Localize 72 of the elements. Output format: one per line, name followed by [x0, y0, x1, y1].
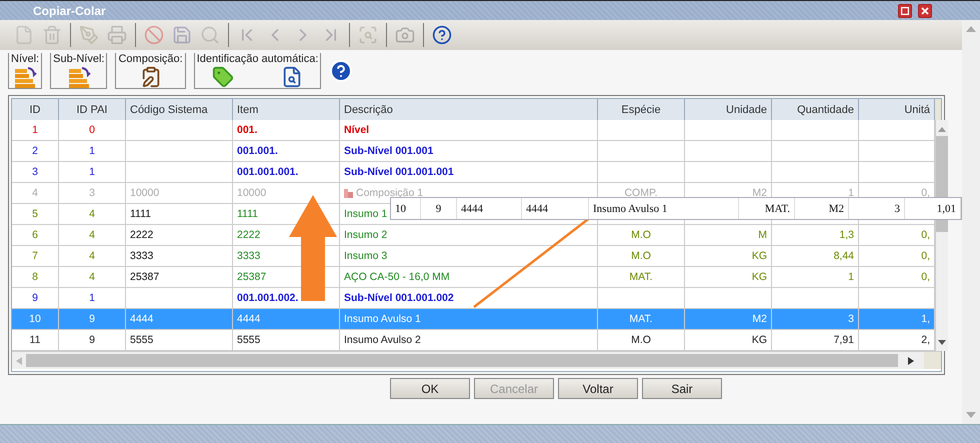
id-cell: 6 [12, 225, 59, 245]
unit-cell: KG [685, 246, 772, 266]
group-label: Identificação automática: [194, 53, 320, 65]
item-cell: 001.001. [233, 141, 340, 161]
id-cell: 5 [12, 204, 59, 224]
quantity-cell: 3 [772, 309, 859, 329]
item-cell: 001. [233, 120, 340, 140]
code-cell: 4444 [126, 309, 233, 329]
preview-cell: M2 [795, 198, 849, 219]
parent-id-cell: 9 [59, 309, 126, 329]
description-cell: Insumo 3 [340, 246, 598, 266]
preview-cell: 3 [849, 198, 905, 219]
description-cell: Insumo 2 [340, 225, 598, 245]
item-cell: 4444 [233, 309, 340, 329]
code-cell: 1111 [126, 204, 233, 224]
description-cell: Insumo Avulso 2 [340, 330, 598, 350]
type-cell: M.O [598, 330, 685, 350]
window-title: Copiar-Colar [33, 4, 107, 18]
item-cell: 5555 [233, 330, 340, 350]
preview-cell: 4444 [522, 198, 589, 219]
preview-cell: 1,01 [905, 198, 961, 219]
group-label: Composição: [116, 53, 185, 65]
code-cell: 25387 [126, 267, 233, 287]
code-cell: 5555 [126, 330, 233, 350]
preview-cell: 4444 [457, 198, 522, 219]
id-cell: 10 [12, 309, 59, 329]
type-cell: M.O [598, 225, 685, 245]
parent-id-cell: 9 [59, 330, 126, 350]
parent-id-cell: 4 [59, 267, 126, 287]
unit-cell: M2 [685, 309, 772, 329]
type-cell: MAT. [598, 309, 685, 329]
preview-cell: 9 [421, 198, 457, 219]
description-cell: Sub-Nível 001.001 [340, 141, 598, 161]
parent-id-cell: 1 [59, 141, 126, 161]
description-cell: Nível [340, 120, 598, 140]
unit-cell: KG [685, 267, 772, 287]
description-cell: Sub-Nível 001.001.001 [340, 162, 598, 182]
code-cell: 3333 [126, 246, 233, 266]
type-cell: MAT. [598, 267, 685, 287]
id-cell: 8 [12, 267, 59, 287]
id-cell: 9 [12, 288, 59, 308]
group-label: Nível: [9, 53, 42, 65]
id-cell: 11 [12, 330, 59, 350]
description-cell: Sub-Nível 001.001.002 [340, 288, 598, 308]
id-cell: 1 [12, 120, 59, 140]
preview-cell: MAT. [739, 198, 795, 219]
item-cell: 001.001.001. [233, 162, 340, 182]
code-cell: 10000 [126, 183, 233, 203]
parent-id-cell: 4 [59, 246, 126, 266]
parent-id-cell: 4 [59, 225, 126, 245]
parent-id-cell: 1 [59, 162, 126, 182]
unit-cell: KG [685, 330, 772, 350]
preview-cell: 10 [391, 198, 421, 219]
description-cell: AÇO CA-50 - 16,0 MM [340, 267, 598, 287]
description-cell: Insumo Avulso 1 [340, 309, 598, 329]
parent-id-cell: 0 [59, 120, 126, 140]
group-label: Sub-Nível: [51, 53, 106, 65]
id-cell: 2 [12, 141, 59, 161]
quantity-cell: 1 [772, 267, 859, 287]
preview-cell: Insumo Avulso 1 [589, 198, 739, 219]
quantity-cell: 7,91 [772, 330, 859, 350]
code-cell: 2222 [126, 225, 233, 245]
id-cell: 3 [12, 162, 59, 182]
parent-id-cell: 4 [59, 204, 126, 224]
quantity-cell: 1,3 [772, 225, 859, 245]
id-cell: 4 [12, 183, 59, 203]
unit-cell: M [685, 225, 772, 245]
parent-id-cell: 1 [59, 288, 126, 308]
parent-id-cell: 3 [59, 183, 126, 203]
id-cell: 7 [12, 246, 59, 266]
type-cell: M.O [598, 246, 685, 266]
quantity-cell: 8,44 [772, 246, 859, 266]
